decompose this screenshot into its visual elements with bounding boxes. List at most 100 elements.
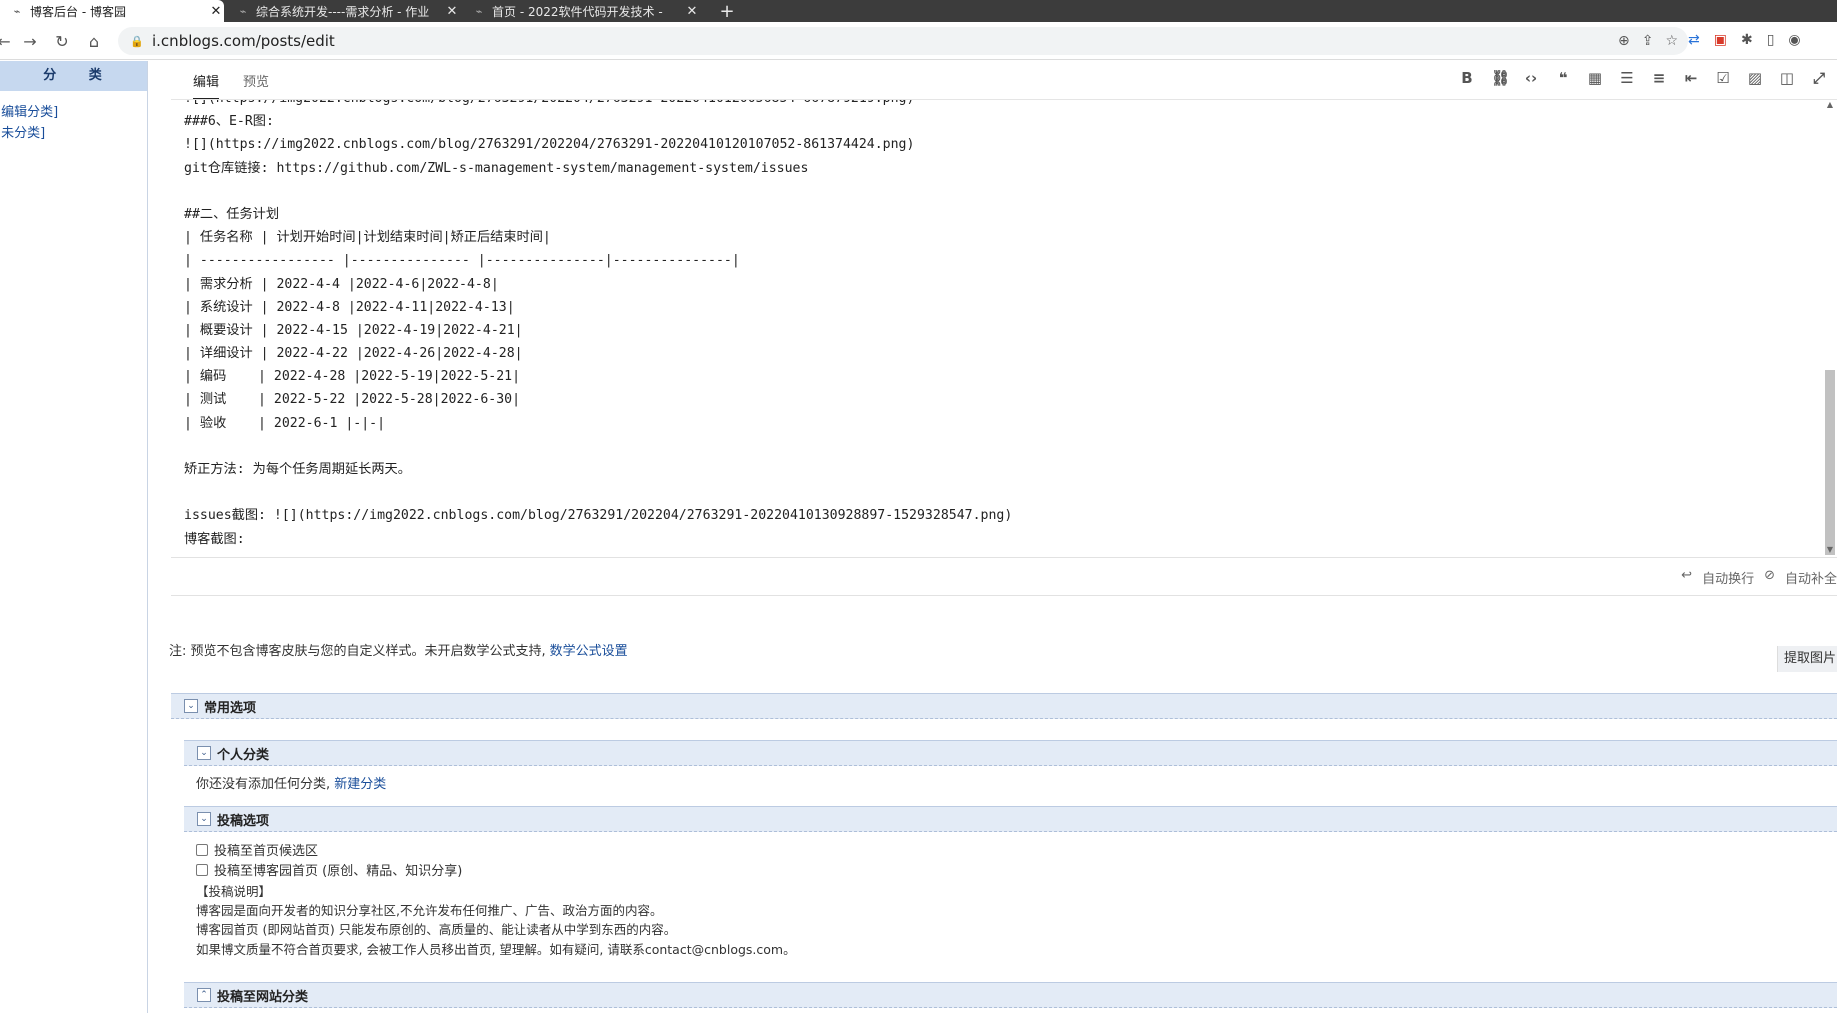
- site-category-header[interactable]: ⌃ 投稿至网站分类: [184, 982, 1837, 1008]
- quote-icon[interactable]: ❝: [1555, 69, 1571, 93]
- editor-footer: ↩ 自动换行 ⊘ 自动补全: [171, 557, 1837, 595]
- autocomplete-icon[interactable]: ⊘: [1764, 568, 1775, 587]
- code-line: | 详细设计 | 2022-4-22 |2022-4-26|2022-4-28|: [184, 346, 523, 362]
- section-title: 常用选项: [204, 700, 257, 716]
- address-bar[interactable]: 🔒 i.cnblogs.com/posts/edit ⊕ ⇪ ☆: [118, 27, 1688, 55]
- sidebar-title: 分 类: [0, 61, 147, 91]
- code-line: | 验收 | 2022-6-1 |-|-|: [184, 415, 386, 431]
- tab-title: 博客后台 - 博客园: [30, 4, 126, 19]
- candidate-checkbox[interactable]: [196, 843, 208, 856]
- cnblogs-icon: ⌁: [475, 4, 483, 18]
- back-icon[interactable]: ←: [0, 30, 16, 52]
- checkbox-label: 投稿至博客园首页 (原创、精品、知识分享): [214, 864, 463, 879]
- code-line: | 系统设计 | 2022-4-8 |2022-4-11|2022-4-13|: [184, 299, 515, 315]
- reload-icon[interactable]: ↻: [50, 30, 74, 52]
- math-settings-link[interactable]: 数学公式设置: [550, 644, 628, 659]
- tab-edit[interactable]: 编辑: [193, 71, 220, 100]
- code-line: ##二、任务计划: [184, 206, 280, 222]
- extract-images-button[interactable]: 提取图片: [1777, 646, 1837, 672]
- expand-icon[interactable]: ⌃: [197, 988, 211, 1002]
- zoom-icon[interactable]: ⊕: [1618, 33, 1630, 49]
- code-line: | 任务名称 | 计划开始时间|计划结束时间|矫正后结束时间|: [184, 230, 551, 246]
- notice-title: 【投稿说明】: [196, 884, 272, 899]
- code-line: ![](https://img2022.cnblogs.com/blog/276…: [184, 137, 915, 153]
- no-category-text: 你还没有添加任何分类,: [196, 777, 331, 792]
- tab-preview[interactable]: 预览: [243, 71, 269, 90]
- browser-tab[interactable]: ⌁ 首页 - 2022软件代码开发技术 - ✕: [462, 0, 700, 22]
- personal-category-header[interactable]: ⌄ 个人分类: [184, 740, 1837, 766]
- link-icon[interactable]: ⛓: [1491, 69, 1510, 93]
- tab-title: 综合系统开发----需求分析 - 作业: [256, 4, 430, 19]
- code-line: ###6、E-R图:: [184, 114, 274, 130]
- notice-line: 博客园是面向开发者的知识分享社区,不允许发布任何推广、广告、政治方面的内容。: [196, 903, 663, 918]
- code-line: | 编码 | 2022-4-28 |2022-5-19|2022-5-21|: [184, 369, 521, 385]
- collapse-icon[interactable]: ⌄: [197, 746, 211, 760]
- close-icon[interactable]: ✕: [208, 4, 224, 19]
- browser-tab-strip: ⌁ 博客后台 - 博客园 ✕ ⌁ 综合系统开发----需求分析 - 作业 ✕ ⌁…: [0, 0, 1837, 22]
- new-tab-button[interactable]: +: [716, 0, 738, 22]
- code-line: | 概要设计 | 2022-4-15 |2022-4-19|2022-4-21|: [184, 322, 523, 338]
- home-icon[interactable]: ⌂: [82, 30, 106, 52]
- browser-tab[interactable]: ⌁ 博客后台 - 博客园 ✕: [0, 0, 224, 22]
- homepage-checkbox[interactable]: [196, 863, 208, 876]
- task-list-icon[interactable]: ☑: [1715, 69, 1731, 93]
- code-icon[interactable]: ‹›: [1523, 69, 1539, 93]
- personal-category-text: 你还没有添加任何分类, 新建分类: [196, 773, 386, 792]
- collapse-icon[interactable]: ⌄: [197, 812, 211, 826]
- editor-scrollbar[interactable]: ▲ ▼: [1825, 100, 1835, 555]
- section-title: 投稿选项: [217, 813, 270, 829]
- share-icon[interactable]: ⇪: [1642, 33, 1654, 49]
- section-title: 投稿至网站分类: [217, 989, 309, 1005]
- scroll-thumb[interactable]: [1825, 370, 1835, 555]
- code-line: issues截图: ![](https://img2022.cnblogs.co…: [184, 508, 1013, 524]
- scroll-up-icon[interactable]: ▲: [1825, 100, 1835, 110]
- submit-options-header[interactable]: ⌄ 投稿选项: [184, 806, 1837, 832]
- url-text: i.cnblogs.com/posts/edit: [152, 32, 335, 50]
- code-line: | 测试 | 2022-5-22 |2022-5-28|2022-6-30|: [184, 392, 521, 408]
- cnblogs-icon: ⌁: [239, 4, 247, 18]
- bold-icon[interactable]: B: [1459, 69, 1475, 93]
- scroll-down-icon[interactable]: ▼: [1825, 545, 1835, 555]
- notice-line: 博客园首页 (即网站首页) 只能发布原创的、高质量的、能让读者从中学到东西的内容…: [196, 922, 677, 937]
- forward-icon[interactable]: →: [18, 30, 42, 52]
- markdown-editor: 编辑 预览 B ⛓ ‹› ❝ ▦ ☰ ≡ ⇤ ☑ ▨ ◫ ⤢ ![](https…: [171, 61, 1837, 596]
- puzzle-extensions-icon[interactable]: ✱: [1741, 32, 1753, 48]
- indent-icon[interactable]: ⇤: [1683, 69, 1699, 93]
- fullscreen-icon[interactable]: ⤢: [1811, 69, 1827, 93]
- homepage-checkbox-row[interactable]: 投稿至博客园首页 (原创、精品、知识分享): [196, 860, 462, 879]
- edit-category-link[interactable]: [编辑分类]: [0, 101, 147, 120]
- split-view-icon[interactable]: ◫: [1779, 69, 1795, 93]
- auto-wrap-toggle[interactable]: 自动换行: [1702, 568, 1754, 587]
- editor-textarea[interactable]: ![](https://img2022.cnblogs.com/blog/276…: [184, 100, 1808, 555]
- uncategorized-link[interactable]: [未分类]: [0, 122, 147, 141]
- new-category-link[interactable]: 新建分类: [334, 777, 386, 792]
- profile-avatar-icon[interactable]: ◉: [1788, 32, 1800, 48]
- editor-toolbar: B ⛓ ‹› ❝ ▦ ☰ ≡ ⇤ ☑ ▨ ◫ ⤢: [1459, 69, 1837, 93]
- category-sidebar: 分 类 [编辑分类] [未分类]: [0, 61, 148, 1013]
- code-line: ![](https://img2022.cnblogs.com/blog/276…: [184, 100, 1808, 110]
- collapse-icon[interactable]: ⌄: [184, 699, 198, 713]
- image-icon[interactable]: ▨: [1747, 69, 1763, 93]
- close-icon[interactable]: ✕: [444, 4, 460, 19]
- tab-title: 首页 - 2022软件代码开发技术 -: [492, 4, 663, 19]
- numbered-list-icon[interactable]: ≡: [1651, 69, 1667, 93]
- browser-tab[interactable]: ⌁ 综合系统开发----需求分析 - 作业 ✕: [226, 0, 460, 22]
- candidate-checkbox-row[interactable]: 投稿至首页候选区: [196, 840, 318, 859]
- browser-toolbar: ← → ↻ ⌂ 🔒 i.cnblogs.com/posts/edit ⊕ ⇪ ☆…: [0, 22, 1837, 60]
- common-options-header[interactable]: ⌄ 常用选项: [171, 693, 1837, 719]
- wrap-icon[interactable]: ↩: [1681, 568, 1692, 587]
- side-panel-icon[interactable]: ▯: [1767, 32, 1775, 48]
- preview-note: 注: 预览不包含博客皮肤与您的自定义样式。未开启数学公式支持, 数学公式设置: [169, 640, 628, 659]
- close-icon[interactable]: ✕: [684, 4, 700, 19]
- autocomplete-toggle[interactable]: 自动补全: [1785, 568, 1837, 587]
- bookmark-star-icon[interactable]: ☆: [1665, 33, 1678, 49]
- table-icon[interactable]: ▦: [1587, 69, 1603, 93]
- extension-icon[interactable]: ▣: [1714, 32, 1727, 48]
- bullet-list-icon[interactable]: ☰: [1619, 69, 1635, 93]
- sync-extension-icon[interactable]: ⇄: [1688, 32, 1700, 48]
- cnblogs-icon: ⌁: [13, 4, 21, 18]
- checkbox-label: 投稿至首页候选区: [214, 844, 319, 859]
